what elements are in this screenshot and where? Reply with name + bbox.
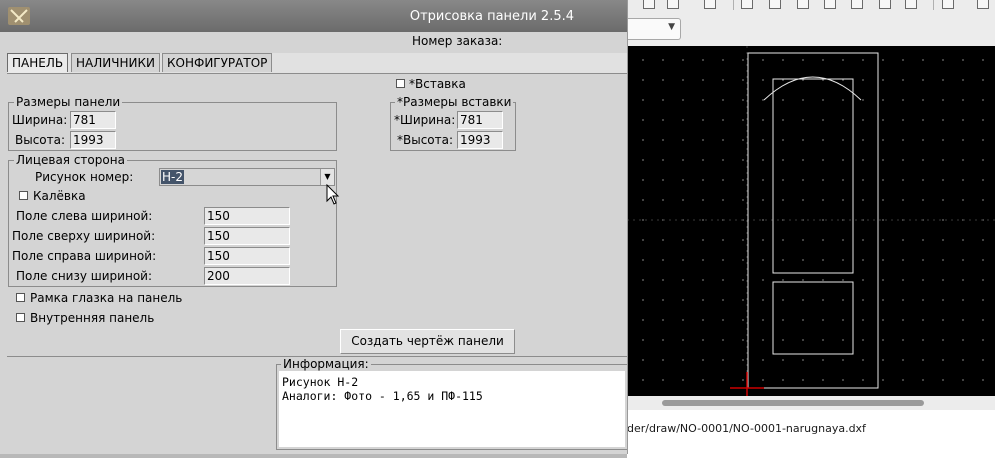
kalevka-checkbox[interactable] [19,191,28,200]
toolbar-icon[interactable] [977,0,989,9]
toolbar-icon[interactable] [769,0,781,9]
toolbar-icon[interactable] [704,0,716,9]
toolbar-separator [733,0,734,10]
upper-insert-outline [772,78,854,274]
insert-height-input[interactable]: 1993 [457,131,503,149]
toolbar-icon[interactable] [741,0,753,9]
panel-height-input[interactable]: 1993 [70,131,116,149]
pattern-number-value: Н-2 [161,170,184,184]
taskbar-strip [0,454,627,458]
title-bar[interactable]: Отрисовка панели 2.5.4 [0,0,627,32]
panel-width-input[interactable]: 781 [70,111,116,129]
group-title: Размеры панели [14,95,123,109]
arch-curve [763,76,862,101]
scrollbar-thumb[interactable] [662,400,924,406]
group-title: Лицевая сторона [14,153,127,167]
right-margin-input[interactable]: 150 [204,247,290,265]
kalevka-label: Калёвка [33,189,86,203]
insert-checkbox-label: *Вставка [409,77,466,91]
tab-configurator[interactable]: КОНФИГУРАТОР [162,53,273,72]
peephole-frame-checkbox[interactable] [16,293,25,302]
top-margin-input[interactable]: 150 [204,227,290,245]
toolbar-icon[interactable] [824,0,836,9]
toolbar-icon[interactable] [879,0,891,9]
info-line: Рисунок Н-2 [282,375,359,389]
panel-height-label: Высота: [15,133,66,147]
insert-width-input[interactable]: 781 [457,111,503,129]
window-title: Отрисовка панели 2.5.4 [409,9,574,24]
insert-height-label: *Высота: [397,133,454,147]
panel-drawing-dialog: Отрисовка панели 2.5.4 Номер заказа: ПАН… [0,0,628,454]
status-bar: der/draw/NO-0001/NO-0001-narugnaya.dxf [627,410,995,458]
bottom-margin-input[interactable]: 200 [204,267,290,285]
pattern-number-select[interactable]: Н-2 ▼ [159,168,335,186]
file-path: der/draw/NO-0001/NO-0001-narugnaya.dxf [627,422,866,435]
mouse-cursor-icon [326,184,340,205]
left-margin-input[interactable]: 150 [204,207,290,225]
toolbar-icon[interactable] [643,0,655,9]
peephole-frame-label: Рамка глазка на панель [30,291,183,305]
inner-panel-label: Внутренняя панель [30,311,155,325]
pattern-number-label: Рисунок номер: [35,170,134,184]
insert-width-label: *Ширина: [394,113,456,127]
horizontal-scrollbar[interactable] [627,396,995,410]
bottom-margin-label: Поле снизу шириной: [16,269,152,283]
cad-toolbar [627,0,995,47]
cad-canvas[interactable] [627,46,995,396]
layer-combo[interactable]: ▼ [627,18,681,40]
right-margin-label: Поле справа шириной: [12,249,157,263]
tab-casings[interactable]: НАЛИЧНИКИ [71,53,160,72]
chevron-down-icon: ▼ [668,22,675,32]
left-margin-label: Поле слева шириной: [16,209,153,223]
active-tab-indicator [8,72,69,73]
create-drawing-button[interactable]: Создать чертёж панели [340,329,515,354]
group-title: *Размеры вставки [395,95,514,109]
toolbar-icon[interactable] [942,0,954,9]
info-title: Информация: [281,357,371,371]
order-number-label: Номер заказа: [412,34,503,48]
info-textarea[interactable]: Рисунок Н-2 Аналоги: Фото - 1,65 и ПФ-11… [279,371,625,447]
top-margin-label: Поле сверху шириной: [12,229,156,243]
chevron-down-icon[interactable]: ▼ [320,169,334,185]
panel-drawing [627,46,995,396]
toolbar-icon[interactable] [905,0,917,9]
toolbar-icon[interactable] [851,0,863,9]
toolbar-icon[interactable] [667,0,679,9]
lower-insert-outline [772,281,854,355]
toolbar-separator [933,0,934,10]
tab-panel[interactable]: ПАНЕЛЬ [7,53,69,72]
toolbar-icon[interactable] [797,0,809,9]
info-group: Информация: Рисунок Н-2 Аналоги: Фото - … [276,357,627,450]
tab-bar: ПАНЕЛЬ НАЛИЧНИКИ КОНФИГУРАТОР [7,53,627,74]
panel-width-label: Ширина: [12,113,68,127]
insert-checkbox[interactable] [396,79,405,88]
inner-panel-checkbox[interactable] [16,313,25,322]
info-line: Аналоги: Фото - 1,65 и ПФ-115 [282,389,483,403]
